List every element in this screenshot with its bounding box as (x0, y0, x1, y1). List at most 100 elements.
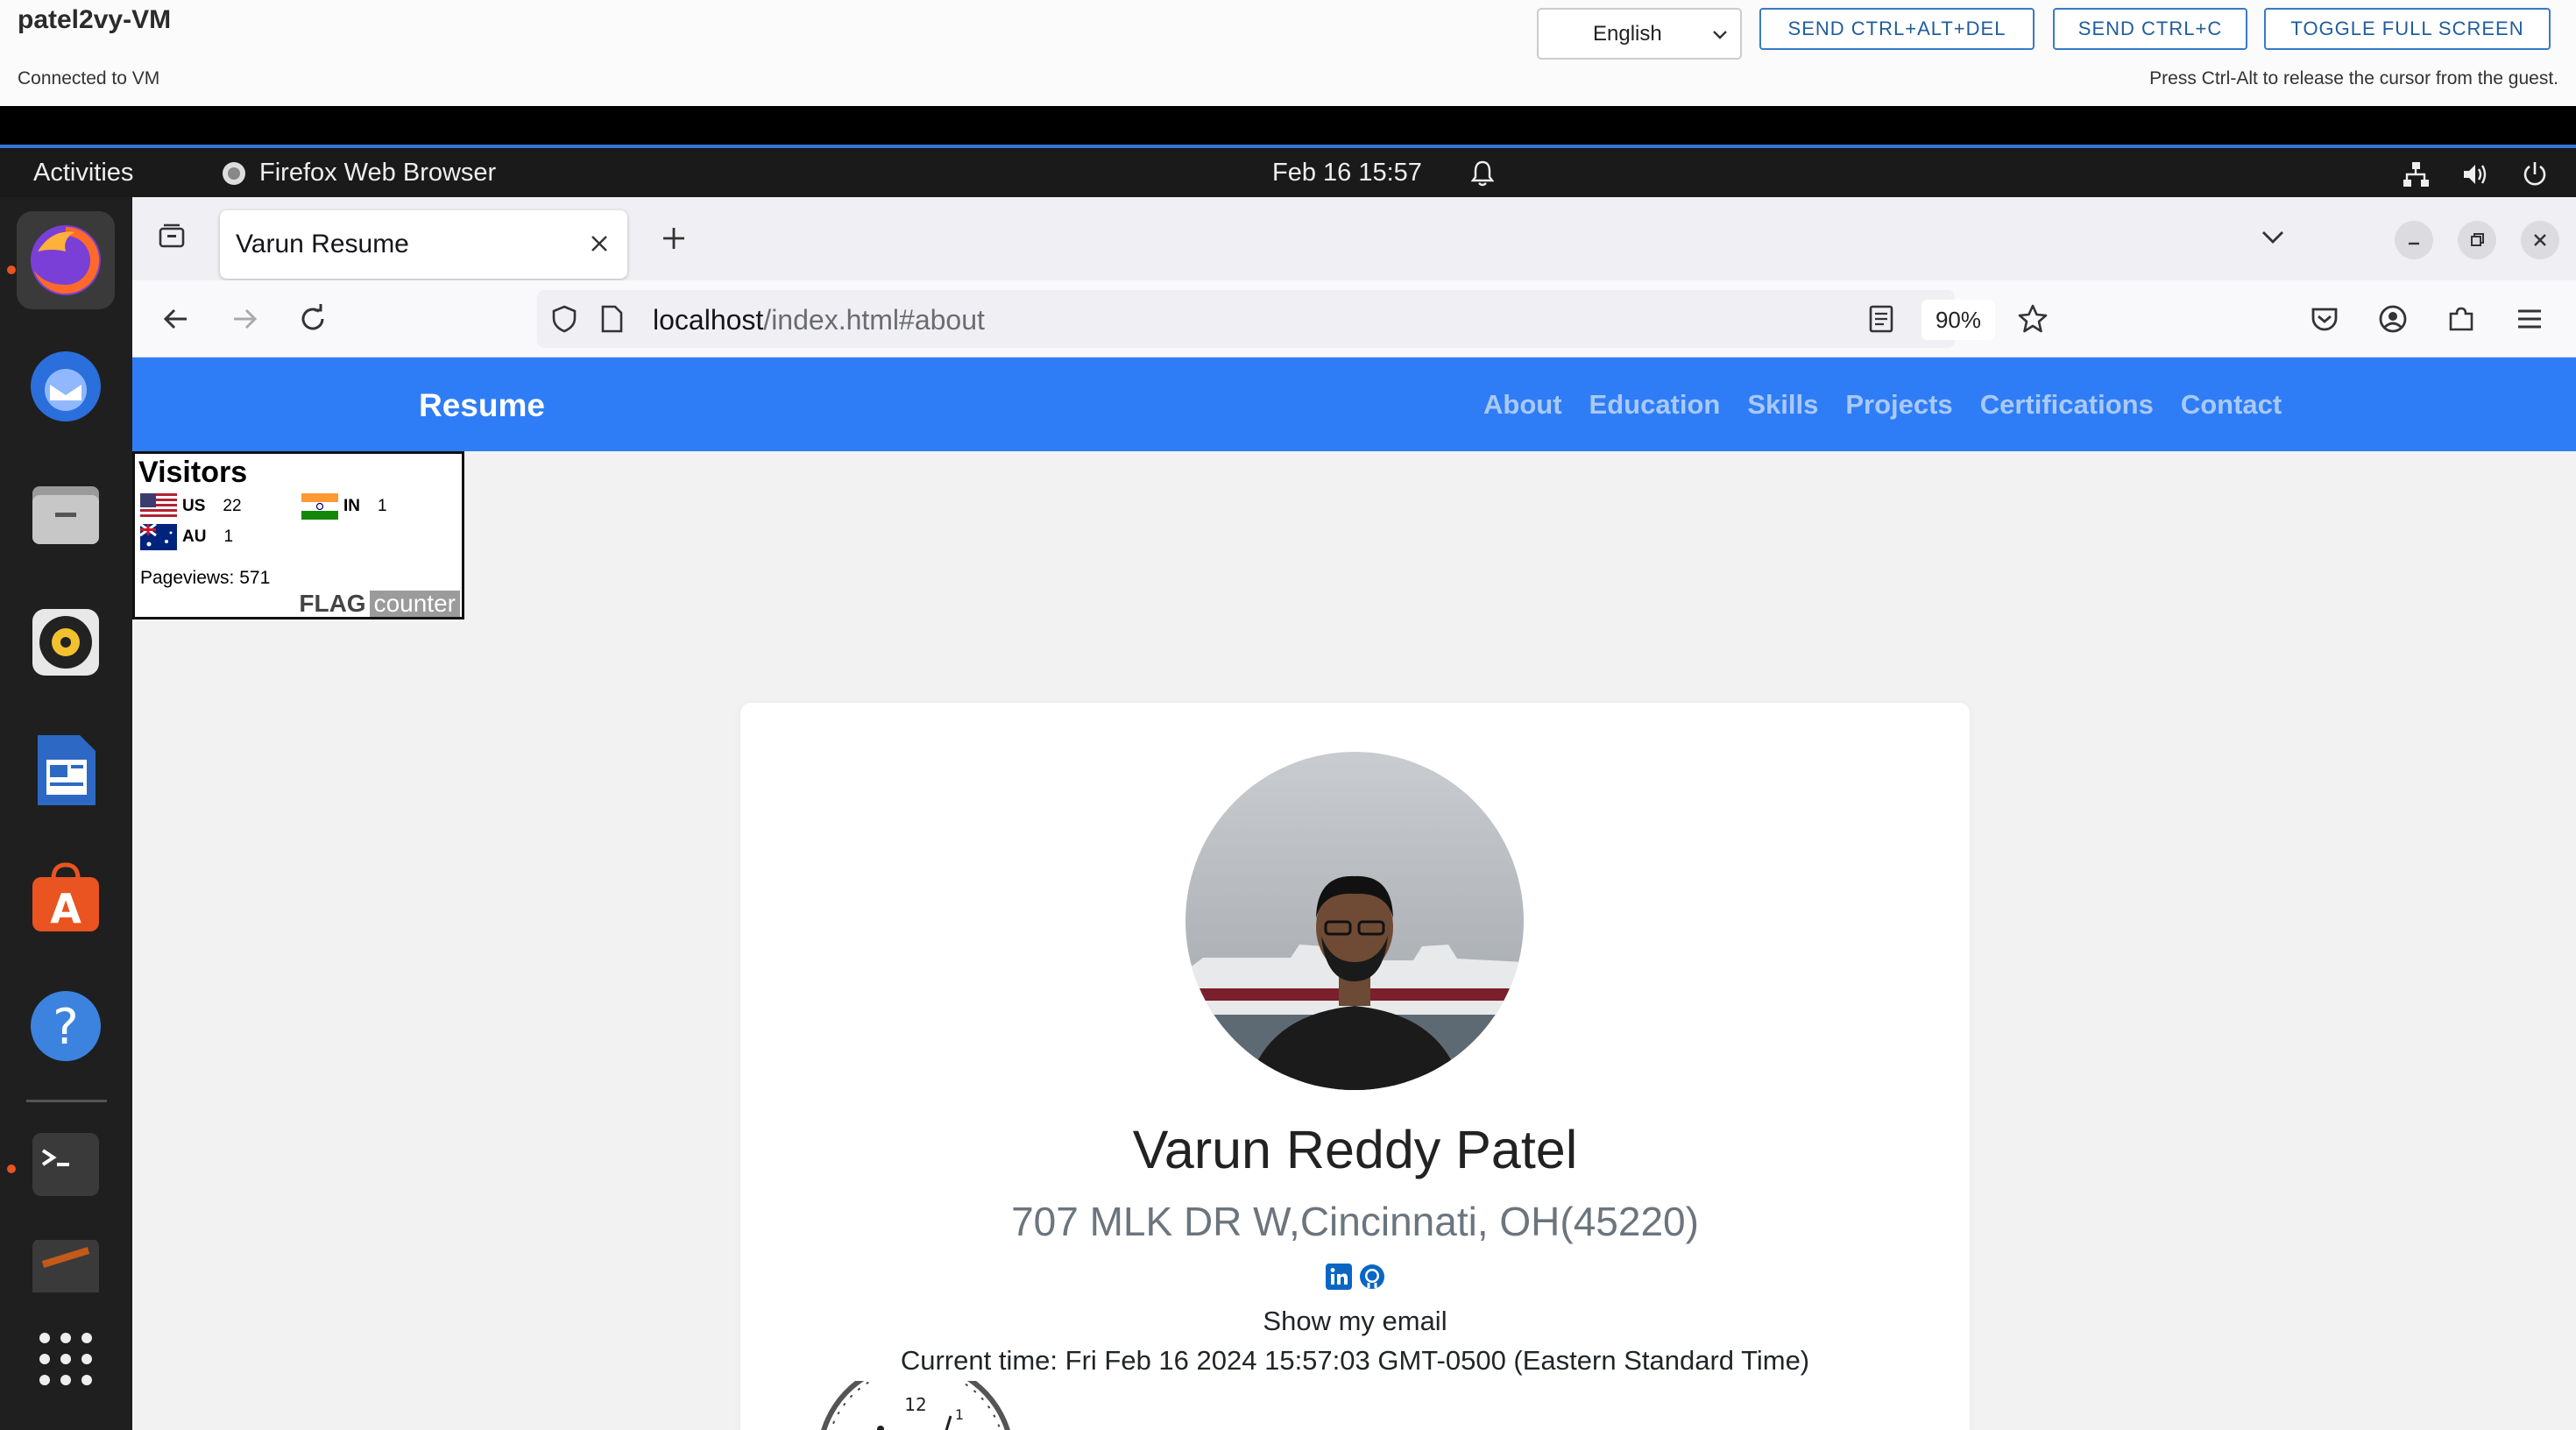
flag-counter-logo: FLAG counter (295, 591, 460, 617)
nav-skills[interactable]: Skills (1747, 389, 1818, 421)
pocket-icon[interactable] (2304, 298, 2346, 340)
send-ctrl-alt-del-button[interactable]: SEND CTRL+ALT+DEL (1759, 8, 2035, 50)
close-tab-icon[interactable] (584, 228, 615, 259)
running-indicator (7, 265, 16, 274)
flag-counter-title: Visitors (138, 456, 248, 489)
india-flag-icon (301, 493, 338, 520)
pageviews-label: Pageviews: (140, 568, 235, 588)
site-nav-links: About Education Skills Projects Certific… (1483, 389, 2282, 421)
pageviews-count: 571 (239, 568, 271, 588)
keyboard-language-select[interactable]: English (1537, 8, 1742, 60)
current-time-text: Current time: Fri Feb 16 2024 15:57:03 G… (900, 1345, 1810, 1376)
firefox-view-icon[interactable] (150, 215, 194, 258)
vm-title: patel2vy-VM (18, 5, 172, 34)
back-arrow-icon[interactable] (155, 298, 197, 340)
app-name: Firefox Web Browser (259, 159, 497, 187)
person-address: 707 MLK DR W,Cincinnati, OH(45220) (1011, 1199, 1699, 1244)
chevron-down-icon (1710, 25, 1730, 44)
firefox-window: Varun Resume localhost/index.html#about … (132, 197, 2576, 1430)
system-tray[interactable] (2401, 159, 2550, 189)
reader-view-icon[interactable] (1867, 304, 1895, 334)
nav-certifications[interactable]: Certifications (1980, 389, 2154, 421)
visitor-count: 22 (223, 497, 242, 515)
nav-projects[interactable]: Projects (1845, 389, 1952, 421)
app-menu[interactable]: Firefox Web Browser (221, 159, 496, 188)
files-icon[interactable] (17, 465, 115, 563)
clock-numeral-12: 12 (904, 1394, 926, 1415)
clock-numeral-1: 1 (955, 1406, 964, 1423)
visitor-count: 1 (378, 497, 387, 515)
url-host: localhost (653, 304, 764, 336)
navigation-toolbar: localhost/index.html#about 90% (132, 280, 2576, 358)
tab-bar: Varun Resume (132, 197, 2576, 280)
power-icon[interactable] (2520, 159, 2550, 189)
svg-text:A: A (50, 885, 81, 932)
reload-icon[interactable] (292, 298, 334, 340)
account-icon[interactable] (2372, 298, 2414, 340)
libreoffice-writer-icon[interactable] (17, 721, 115, 819)
about-card: Varun Reddy Patel 707 MLK DR W,Cincinnat… (740, 703, 1970, 1430)
thunderbird-icon[interactable] (17, 337, 115, 435)
language-value: English (1593, 21, 1662, 46)
flag-counter-row-in: IN 1 (301, 493, 387, 520)
nav-contact[interactable]: Contact (2181, 389, 2282, 421)
url-bar[interactable]: localhost/index.html#about 90% (537, 290, 2048, 348)
ubuntu-software-icon[interactable]: A (17, 849, 115, 947)
site-navbar: Resume About Education Skills Projects C… (132, 358, 2576, 451)
activities-button[interactable]: Activities (33, 159, 133, 188)
country-code: AU (182, 527, 207, 546)
terminal-icon[interactable] (17, 1115, 115, 1214)
release-cursor-hint: Press Ctrl-Alt to release the cursor fro… (2149, 68, 2558, 88)
rhythmbox-icon[interactable] (17, 593, 115, 691)
hamburger-menu-icon[interactable] (2509, 298, 2551, 340)
svg-text:?: ? (53, 999, 79, 1056)
firefox-icon[interactable] (17, 211, 115, 309)
forward-arrow-icon[interactable] (223, 298, 265, 340)
help-icon[interactable]: ? (17, 977, 115, 1075)
github-icon[interactable] (1359, 1264, 1385, 1290)
list-all-tabs-chevron-icon[interactable] (2253, 216, 2293, 257)
nav-about[interactable]: About (1483, 389, 1562, 421)
page-info-icon[interactable] (598, 304, 625, 334)
linkedin-icon[interactable] (1325, 1264, 1352, 1290)
zoom-level-button[interactable]: 90% (1921, 300, 1995, 340)
flag-counter-row-au: AU 1 (140, 524, 233, 550)
url-path: /index.html#about (763, 304, 985, 336)
show-applications-icon[interactable] (17, 1310, 115, 1408)
analog-clock: 12 1 (819, 1360, 1012, 1430)
nav-education[interactable]: Education (1589, 389, 1721, 421)
close-window-icon[interactable] (2521, 221, 2559, 259)
vm-console-header: patel2vy-VM Connected to VM English SEND… (0, 0, 2576, 106)
toggle-full-screen-button[interactable]: TOGGLE FULL SCREEN (2264, 8, 2551, 50)
drive-icon[interactable] (17, 1240, 115, 1292)
tracking-protection-shield-icon[interactable] (549, 304, 579, 334)
restore-window-icon[interactable] (2458, 221, 2496, 259)
new-tab-plus-icon[interactable] (654, 218, 694, 258)
ubuntu-top-bar: Activities Firefox Web Browser Feb 16 15… (0, 145, 2576, 197)
australia-flag-icon (140, 524, 177, 550)
web-page-viewport: Resume About Education Skills Projects C… (132, 358, 2576, 1430)
url-text[interactable]: localhost/index.html#about (653, 304, 985, 336)
tab-varun-resume[interactable]: Varun Resume (220, 210, 627, 279)
dock-separator (26, 1100, 107, 1102)
flag-counter-widget[interactable]: Visitors US 22 IN 1 AU 1 Pageviews: 571 … (132, 451, 464, 619)
running-indicator (7, 1165, 16, 1173)
country-code: US (182, 497, 206, 515)
show-email-link[interactable]: Show my email (740, 1306, 1970, 1337)
network-icon[interactable] (2401, 159, 2431, 189)
visitor-count: 1 (223, 527, 234, 546)
site-brand[interactable]: Resume (419, 387, 545, 424)
ubuntu-dock: A ? (0, 197, 132, 1430)
minimize-window-icon[interactable] (2395, 221, 2433, 259)
country-code: IN (343, 497, 360, 515)
firefox-small-icon (221, 160, 247, 187)
extensions-puzzle-icon[interactable] (2440, 298, 2482, 340)
date-time-clock[interactable]: Feb 16 15:57 (1272, 159, 1422, 188)
notification-bell-icon[interactable] (1468, 159, 1497, 188)
bookmark-star-icon[interactable] (2016, 302, 2049, 336)
vm-connection-status: Connected to VM (18, 68, 160, 88)
volume-icon[interactable] (2460, 159, 2490, 189)
social-links (740, 1264, 1970, 1290)
logo-counter-text: counter (369, 591, 460, 617)
send-ctrl-c-button[interactable]: SEND CTRL+C (2053, 8, 2247, 50)
